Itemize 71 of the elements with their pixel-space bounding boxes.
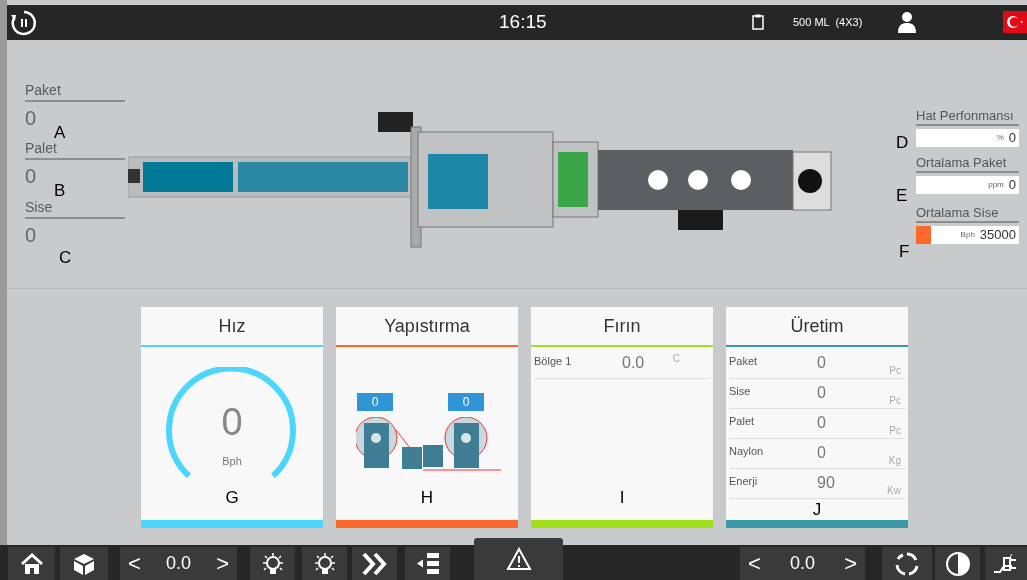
clock: 16:15 bbox=[499, 11, 547, 33]
counter-label: Sise bbox=[25, 199, 125, 219]
metric-label: Hat Perfonmansı bbox=[916, 108, 1019, 126]
increase-button[interactable]: > bbox=[842, 547, 859, 580]
metric-label: Ortalama Sise bbox=[916, 205, 1019, 223]
row-label: Naylon bbox=[729, 444, 765, 459]
row-label: Sise bbox=[729, 384, 752, 399]
annotation-letter: H bbox=[419, 489, 435, 507]
speed-value: 0.0 bbox=[166, 552, 191, 575]
warning-icon[interactable] bbox=[474, 538, 563, 580]
decrease-button[interactable]: < bbox=[746, 547, 763, 580]
home-icon[interactable] bbox=[8, 547, 55, 580]
metric-value: 0 bbox=[1008, 129, 1016, 148]
panel-title: Hız bbox=[217, 314, 247, 338]
row-unit: C bbox=[672, 352, 680, 366]
light-bulb-icon[interactable] bbox=[302, 547, 347, 580]
row-unit: Kw bbox=[887, 484, 901, 498]
increase-button[interactable]: > bbox=[214, 547, 231, 580]
annotation-letter: A bbox=[54, 124, 66, 142]
annotation-letter: C bbox=[59, 249, 72, 267]
metric-unit: ppm bbox=[988, 179, 1004, 191]
panel-title: Fırın bbox=[602, 314, 642, 338]
row-unit: Pc bbox=[889, 364, 901, 378]
row-unit: Pc bbox=[889, 394, 901, 408]
row-unit: Kg bbox=[888, 454, 901, 468]
row-value: 0 bbox=[817, 444, 826, 462]
user-icon[interactable] bbox=[897, 11, 917, 33]
cube-icon[interactable] bbox=[60, 547, 108, 580]
annotation-letter: J bbox=[811, 501, 823, 519]
fast-forward-icon[interactable] bbox=[352, 547, 397, 580]
counter-label: Paket bbox=[25, 82, 125, 102]
row-label: Paket bbox=[729, 354, 759, 369]
annotation-letter: E bbox=[896, 187, 908, 205]
metric-value: 0 bbox=[1008, 176, 1016, 195]
counter-value: 0 bbox=[25, 224, 38, 246]
row-label: Enerji bbox=[729, 474, 759, 489]
light-bulb-icon[interactable] bbox=[250, 547, 295, 580]
metric-value: 35000 bbox=[979, 226, 1016, 245]
contrast-icon[interactable] bbox=[935, 547, 980, 580]
row-label: Bölge 1 bbox=[534, 354, 573, 369]
metric-label: Ortalama Paket bbox=[916, 155, 1019, 173]
product-name: 500 ML (4X3) bbox=[793, 15, 863, 29]
speed-value: 0.0 bbox=[790, 552, 815, 575]
annotation-letter: I bbox=[618, 489, 626, 507]
plug-icon[interactable] bbox=[985, 547, 1027, 580]
decrease-button[interactable]: < bbox=[126, 547, 143, 580]
counter-value: 0 bbox=[25, 107, 38, 129]
row-value: 0 bbox=[817, 384, 826, 402]
pause-cycle-icon[interactable] bbox=[10, 8, 38, 37]
glue-value: 0 bbox=[357, 393, 393, 411]
clipboard-icon[interactable] bbox=[752, 14, 764, 30]
counter-label: Palet bbox=[25, 140, 125, 160]
row-value: 0 bbox=[817, 414, 826, 432]
gauge-unit: Bph bbox=[221, 454, 243, 469]
gauge-value: 0 bbox=[220, 402, 244, 442]
annotation-letter: G bbox=[224, 489, 240, 507]
annotation-letter: B bbox=[54, 182, 66, 200]
flag-icon[interactable] bbox=[1003, 11, 1027, 33]
counter-value: 0 bbox=[25, 165, 38, 187]
panel-title: Üretim bbox=[789, 314, 845, 338]
row-value: 90 bbox=[817, 474, 835, 492]
metric-unit: Bph bbox=[960, 229, 975, 241]
metric-unit: % bbox=[996, 132, 1004, 144]
annotation-letter: D bbox=[896, 134, 909, 152]
annotation-letter: F bbox=[899, 243, 910, 261]
glue-value: 0 bbox=[448, 393, 484, 411]
row-value: 0.0 bbox=[622, 354, 645, 372]
row-label: Palet bbox=[729, 414, 756, 429]
row-value: 0 bbox=[817, 354, 826, 372]
row-unit: Pc bbox=[889, 424, 901, 438]
panel-title: Yapıstırma bbox=[383, 314, 471, 338]
